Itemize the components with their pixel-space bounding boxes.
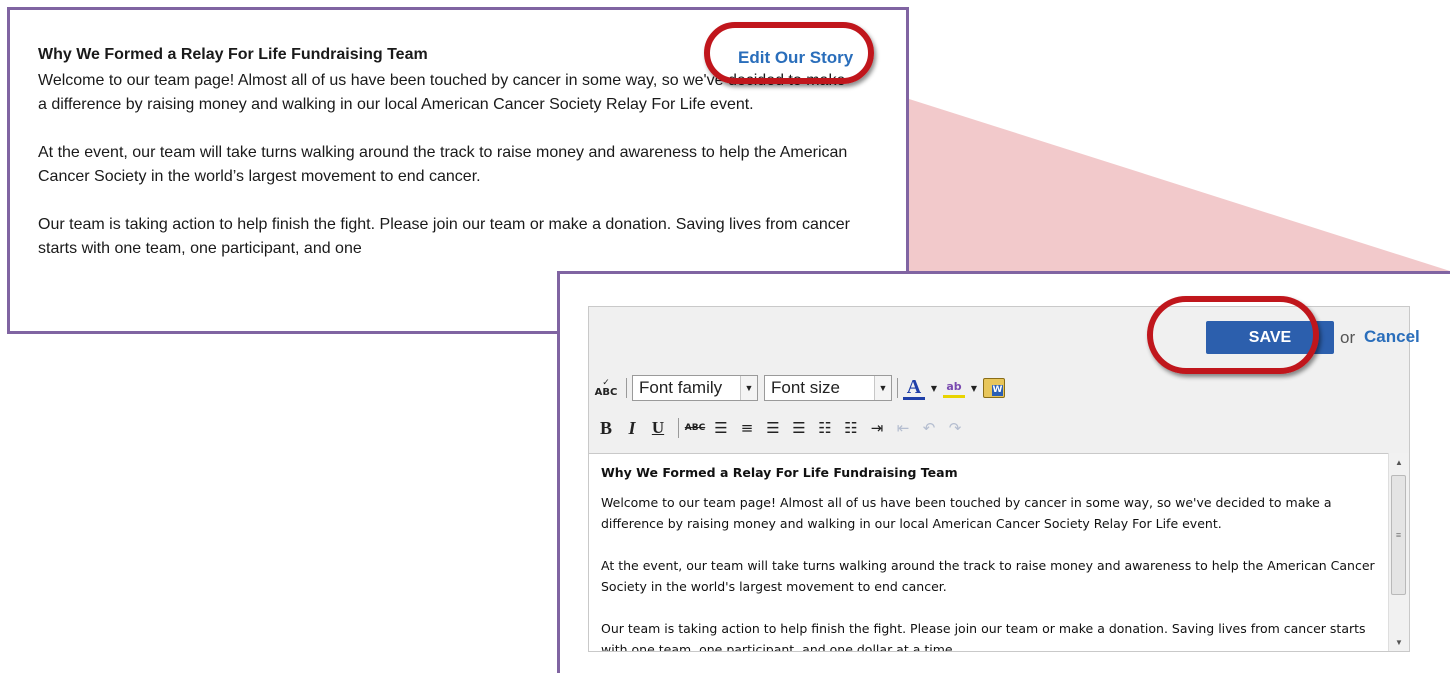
align-left-icon[interactable]: ☰ [710,417,732,439]
strikethrough-icon[interactable]: ABC [684,417,706,439]
chevron-down-icon[interactable]: ▼ [874,376,891,400]
toolbar-separator [678,418,679,438]
story-title: Why We Formed a Relay For Life Fundraisi… [38,46,428,63]
story-paragraph: Welcome to our team page! Almost all of … [38,72,846,113]
font-size-select[interactable]: Font size ▼ [764,375,892,401]
undo-icon[interactable]: ↶ [918,417,940,439]
paste-from-word-icon[interactable]: W [983,378,1005,398]
align-right-icon[interactable]: ☰ [762,417,784,439]
redo-icon[interactable]: ↷ [944,417,966,439]
story-paragraph: Our team is taking action to help finish… [38,216,850,257]
edit-our-story-link[interactable]: Edit Our Story [738,48,853,68]
rich-text-editor: SAVE or Cancel ✓ ABC Font family ▼ Font … [588,306,1420,652]
bold-icon[interactable]: B [595,417,617,439]
chevron-down-icon[interactable]: ▼ [929,377,939,399]
editor-heading: Why We Formed a Relay For Life Fundraisi… [601,465,958,480]
justify-icon[interactable]: ☰ [788,417,810,439]
font-family-select[interactable]: Font family ▼ [632,375,758,401]
align-center-icon[interactable]: ≡ [736,417,758,439]
toolbar-row-formatting: ✓ ABC Font family ▼ Font size ▼ A ▼ ab ▼… [595,375,1009,401]
spellcheck-icon[interactable]: ✓ ABC [594,377,618,399]
chevron-down-icon[interactable]: ▼ [740,376,757,400]
grip-icon: ≡ [1395,530,1402,540]
bullet-list-icon[interactable]: ☷ [814,417,836,439]
indent-icon[interactable]: ⇥ [866,417,888,439]
highlight-color-icon[interactable]: ab [943,379,965,398]
spellcheck-label: ABC [594,387,618,398]
outdent-icon[interactable]: ⇤ [892,417,914,439]
paste-from-word-glyph: W [992,385,1003,396]
scroll-thumb[interactable]: ≡ [1391,475,1406,595]
editor-paragraph: Our team is taking action to help finish… [601,621,1366,651]
story-body: Welcome to our team page! Almost all of … [38,69,858,285]
editor-paragraph: Welcome to our team page! Almost all of … [601,495,1332,531]
toolbar-separator [626,378,627,398]
editor-panel: SAVE or Cancel ✓ ABC Font family ▼ Font … [557,271,1450,673]
toolbar-separator [897,378,898,398]
cancel-link[interactable]: Cancel [1364,327,1420,347]
story-paragraph: At the event, our team will take turns w… [38,144,848,185]
scroll-up-icon[interactable]: ▲ [1389,453,1409,471]
font-family-value: Font family [639,378,723,397]
or-text: or [1340,328,1356,347]
editor-content-area[interactable]: Why We Formed a Relay For Life Fundraisi… [589,453,1388,651]
vertical-scrollbar[interactable]: ▲ ≡ ▼ [1388,453,1409,651]
font-color-icon[interactable]: A [903,377,925,400]
toolbar-row-paragraph: B I U ABC ☰ ≡ ☰ ☰ ☷ ☷ ⇥ ⇤ ↶ ↷ [595,415,970,441]
underline-icon[interactable]: U [647,417,669,439]
scroll-down-icon[interactable]: ▼ [1389,633,1409,651]
font-size-value: Font size [771,378,840,397]
editor-text[interactable]: Why We Formed a Relay For Life Fundraisi… [601,462,1376,651]
editor-paragraph: At the event, our team will take turns w… [601,558,1375,594]
save-button[interactable]: SAVE [1206,321,1334,354]
chevron-down-icon[interactable]: ▼ [969,377,979,399]
italic-icon[interactable]: I [621,417,643,439]
numbered-list-icon[interactable]: ☷ [840,417,862,439]
